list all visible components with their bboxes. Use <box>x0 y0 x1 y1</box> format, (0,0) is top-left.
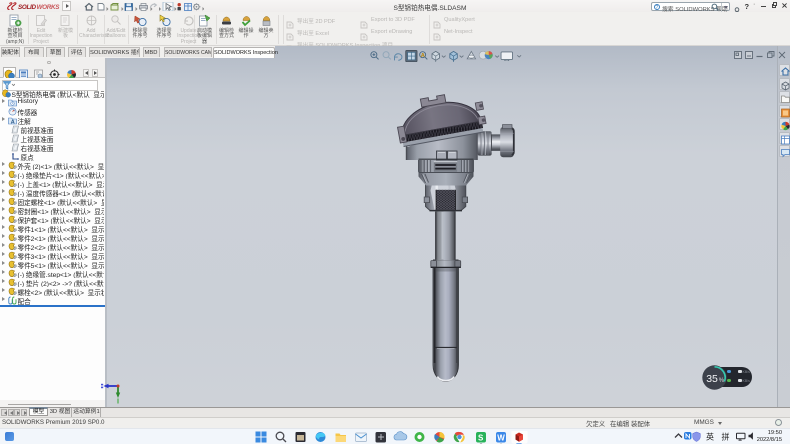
svg-text:A: A <box>421 53 425 59</box>
svg-text:S: S <box>478 433 484 442</box>
svg-text:拼: 拼 <box>722 432 730 442</box>
svg-text:WORKS: WORKS <box>37 4 61 11</box>
svg-text:英: 英 <box>706 432 714 442</box>
svg-text:35: 35 <box>706 372 718 384</box>
svg-text:W: W <box>497 433 505 442</box>
svg-text:%: % <box>719 378 725 384</box>
svg-text:SOLID: SOLID <box>18 4 36 11</box>
